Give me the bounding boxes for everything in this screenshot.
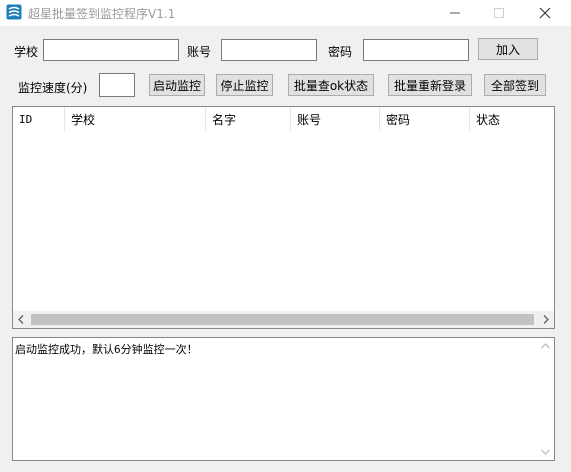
speed-input[interactable]	[99, 73, 135, 97]
password-input[interactable]	[363, 39, 469, 61]
password-label: 密码	[328, 45, 353, 59]
chevron-up-icon	[541, 343, 550, 349]
minimize-button[interactable]	[433, 0, 477, 26]
column-header-name[interactable]: 名字	[206, 107, 291, 131]
account-input[interactable]	[221, 39, 317, 61]
vertical-scrollbar[interactable]	[537, 338, 554, 460]
scroll-right-button[interactable]	[537, 311, 554, 328]
column-header-id[interactable]: ID	[13, 107, 65, 131]
scroll-left-button[interactable]	[13, 311, 30, 328]
speed-label: 监控速度(分)	[18, 81, 88, 95]
close-icon	[539, 7, 551, 19]
column-header-status[interactable]: 状态	[470, 107, 554, 131]
window-title: 超星批量签到监控程序V1.1	[28, 7, 176, 21]
add-button[interactable]: 加入	[478, 38, 538, 60]
horizontal-scrollbar[interactable]	[13, 311, 554, 328]
title-bar[interactable]: 超星批量签到监控程序V1.1	[0, 0, 571, 26]
log-message: 启动监控成功，默认6分钟监控一次！	[15, 343, 198, 356]
list-header: ID 学校 名字 账号 密码 状态	[13, 107, 554, 131]
scroll-down-button[interactable]	[537, 443, 554, 460]
log-textbox[interactable]: 启动监控成功，默认6分钟监控一次！	[12, 337, 555, 461]
chevron-down-icon	[541, 449, 550, 455]
maximize-button[interactable]	[477, 0, 521, 26]
stop-monitor-button[interactable]: 停止监控	[216, 74, 273, 96]
close-button[interactable]	[523, 0, 567, 26]
column-header-school[interactable]: 学校	[65, 107, 206, 131]
chevron-left-icon	[18, 315, 24, 324]
scroll-up-button[interactable]	[537, 338, 554, 355]
column-header-password[interactable]: 密码	[380, 107, 470, 131]
batch-relogin-button[interactable]: 批量重新登录	[388, 74, 472, 96]
maximize-icon	[494, 8, 504, 18]
column-header-account[interactable]: 账号	[291, 107, 380, 131]
batch-check-ok-button[interactable]: 批量查ok状态	[288, 74, 374, 96]
account-list[interactable]: ID 学校 名字 账号 密码 状态	[12, 106, 555, 329]
start-monitor-button[interactable]: 启动监控	[149, 74, 205, 96]
chevron-right-icon	[543, 315, 549, 324]
school-input[interactable]	[43, 39, 179, 61]
horizontal-scroll-thumb[interactable]	[31, 314, 534, 325]
account-label: 账号	[187, 45, 212, 59]
app-icon	[6, 4, 22, 20]
main-window: 超星批量签到监控程序V1.1 学校 账号 密码 加入 监控速度(分) 启动监控 …	[0, 0, 571, 472]
sign-all-button[interactable]: 全部签到	[484, 74, 546, 96]
school-label: 学校	[14, 45, 39, 59]
minimize-icon	[450, 12, 460, 14]
